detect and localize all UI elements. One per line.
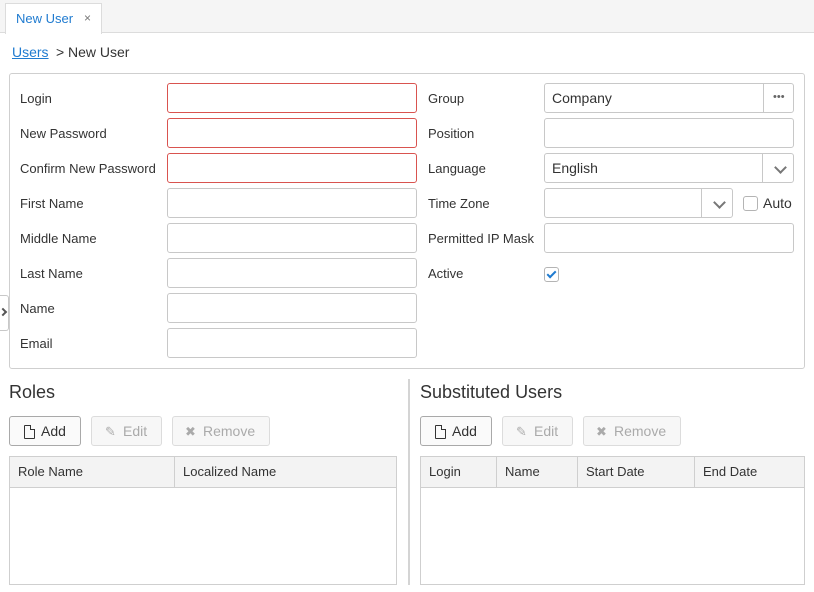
substituted-users-title: Substituted Users	[420, 382, 563, 402]
first-name-field[interactable]	[167, 188, 417, 218]
substituted-add-button[interactable]: Add	[420, 416, 492, 446]
time-zone-dropdown-button[interactable]	[701, 189, 732, 217]
ip-mask-field[interactable]	[544, 223, 794, 253]
chevron-down-icon	[774, 161, 787, 174]
pencil-icon: ✎	[516, 424, 527, 439]
chevron-right-icon	[0, 307, 8, 317]
confirm-password-label: Confirm New Password	[20, 161, 156, 176]
language-select[interactable]: English	[544, 153, 794, 183]
column-header[interactable]: End Date	[695, 457, 805, 487]
document-icon	[435, 425, 446, 439]
column-header[interactable]: Role Name	[10, 457, 175, 487]
roles-add-button[interactable]: Add	[9, 416, 81, 446]
column-header[interactable]: Login	[421, 457, 497, 487]
tab-title: New User	[16, 11, 74, 26]
last-name-label: Last Name	[20, 266, 83, 281]
group-value: Company	[552, 90, 612, 106]
position-field[interactable]	[544, 118, 794, 148]
new-password-label: New Password	[20, 126, 107, 141]
checkmark-icon	[546, 268, 557, 279]
active-checkbox[interactable]	[544, 267, 559, 282]
breadcrumb-users-link[interactable]: Users	[12, 44, 49, 60]
group-picker[interactable]: Company •••	[544, 83, 794, 113]
email-label: Email	[20, 336, 53, 351]
ip-mask-label: Permitted IP Mask	[428, 231, 534, 246]
middle-name-field[interactable]	[167, 223, 417, 253]
substituted-table-header: Login Name Start Date End Date	[421, 457, 804, 488]
language-value: English	[552, 160, 598, 176]
remove-icon: ✖	[596, 424, 607, 439]
document-icon	[24, 425, 35, 439]
close-icon[interactable]: ×	[84, 11, 91, 25]
position-label: Position	[428, 126, 475, 141]
ellipsis-icon: •••	[773, 91, 785, 103]
group-lookup-button[interactable]: •••	[763, 84, 793, 112]
roles-remove-button[interactable]: ✖ Remove	[172, 416, 270, 446]
middle-name-label: Middle Name	[20, 231, 97, 246]
auto-label: Auto	[763, 195, 792, 211]
substituted-users-table: Login Name Start Date End Date	[420, 456, 805, 585]
last-name-field[interactable]	[167, 258, 417, 288]
roles-edit-button[interactable]: ✎ Edit	[91, 416, 162, 446]
roles-title: Roles	[9, 382, 56, 402]
group-label: Group	[428, 91, 465, 106]
login-label: Login	[20, 91, 52, 106]
substituted-remove-button[interactable]: ✖ Remove	[583, 416, 681, 446]
active-label: Active	[428, 266, 464, 281]
column-header[interactable]: Name	[497, 457, 578, 487]
substituted-edit-button[interactable]: ✎ Edit	[502, 416, 573, 446]
roles-table: Role Name Localized Name	[9, 456, 397, 585]
chevron-down-icon	[713, 196, 726, 209]
name-label: Name	[20, 301, 55, 316]
time-zone-select[interactable]	[544, 188, 733, 218]
roles-table-header: Role Name Localized Name	[10, 457, 396, 488]
language-label: Language	[428, 161, 486, 176]
column-header[interactable]: Start Date	[578, 457, 695, 487]
pencil-icon: ✎	[105, 424, 116, 439]
auto-checkbox[interactable]	[743, 196, 758, 211]
language-dropdown-button[interactable]	[762, 154, 793, 182]
name-field[interactable]	[167, 293, 417, 323]
remove-icon: ✖	[185, 424, 196, 439]
side-panel-expander[interactable]	[0, 295, 9, 331]
login-field[interactable]	[167, 83, 417, 113]
time-zone-label: Time Zone	[428, 196, 490, 211]
new-password-field[interactable]	[167, 118, 417, 148]
tab-new-user[interactable]: New User ×	[5, 3, 102, 34]
tab-bar	[0, 0, 814, 33]
email-field[interactable]	[167, 328, 417, 358]
breadcrumb-current: New User	[68, 44, 130, 60]
breadcrumb-separator: >	[56, 44, 65, 60]
confirm-password-field[interactable]	[167, 153, 417, 183]
first-name-label: First Name	[20, 196, 84, 211]
section-divider[interactable]	[408, 379, 410, 585]
column-header[interactable]: Localized Name	[175, 457, 397, 487]
